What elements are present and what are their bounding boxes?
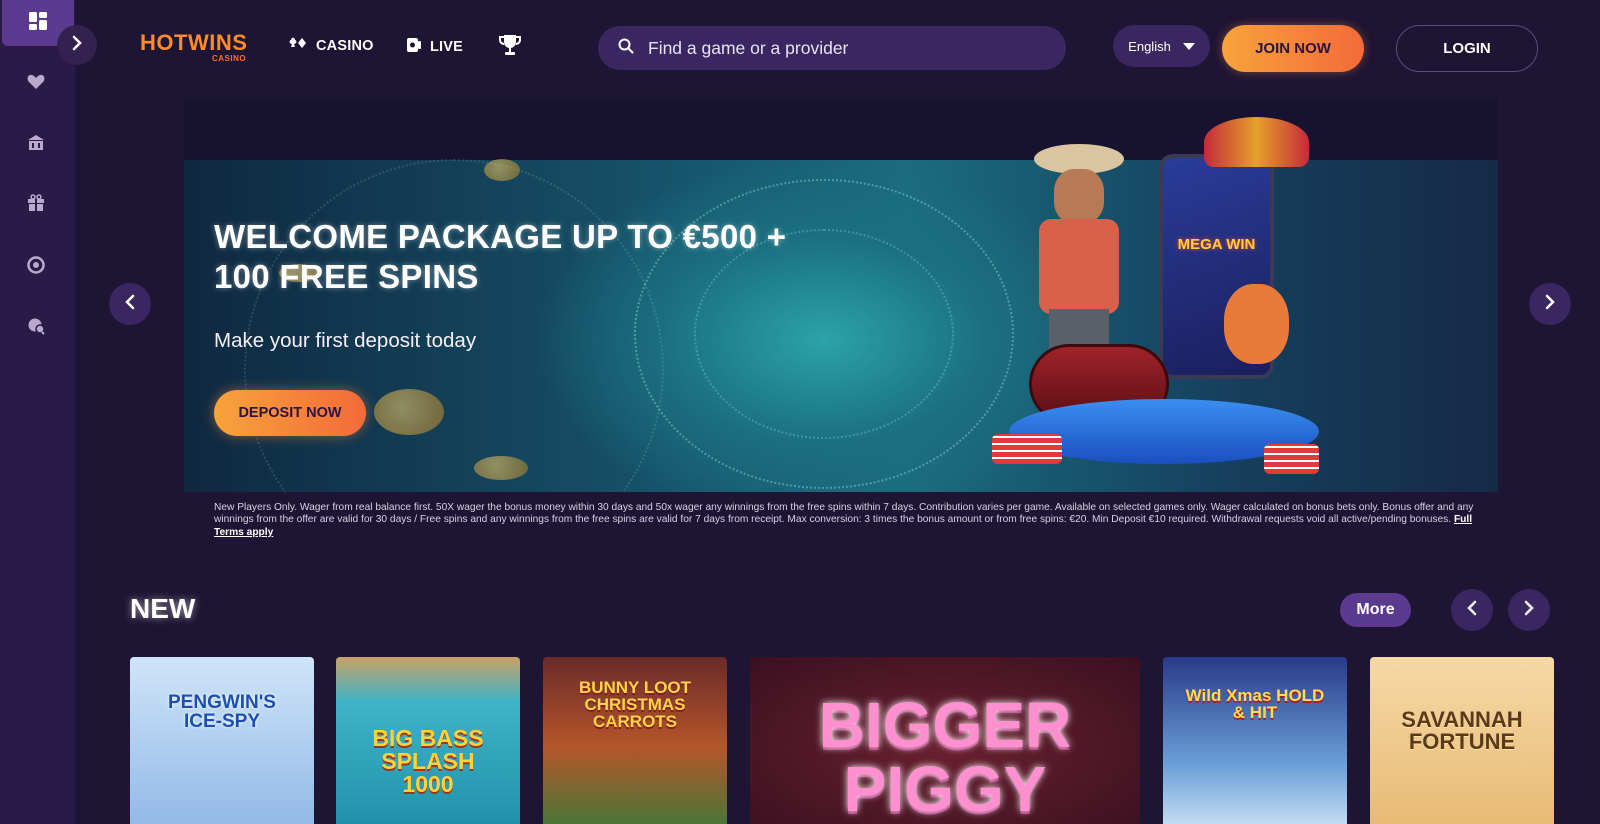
game-tile-title: Wild Xmas HOLD & HIT — [1185, 686, 1325, 722]
login-button[interactable]: LOGIN — [1396, 25, 1538, 72]
brand-logo[interactable]: HOTWINS CASINO — [140, 30, 248, 63]
game-tile[interactable]: BIGGER PIGGY — [750, 657, 1140, 824]
section-title-new: NEW — [130, 593, 196, 624]
banner-title-line1: WELCOME PACKAGE UP TO €500 + — [214, 218, 787, 255]
alien-graphic — [1224, 284, 1289, 364]
game-tile-title: BUNNY LOOT CHRISTMAS CARROTS — [578, 678, 692, 731]
deposit-now-button[interactable]: DEPOSIT NOW — [214, 390, 366, 436]
building-icon — [27, 134, 45, 157]
sidebar-toggle-button[interactable] — [57, 25, 97, 65]
banner-title-line2: 100 FREE SPINS — [214, 258, 479, 295]
game-tile[interactable]: BUNNY LOOT CHRISTMAS CARROTS — [543, 657, 727, 824]
game-tile-title: PENGWIN'S ICE-SPY — [168, 692, 276, 732]
chevron-right-icon — [71, 35, 83, 56]
gift-icon — [27, 193, 45, 217]
game-tile-title: BIGGER PIGGY — [818, 689, 1072, 824]
game-tile[interactable]: Wild Xmas HOLD & HIT — [1163, 657, 1347, 824]
game-tile[interactable]: BIG BASS SPLASH 1000 — [336, 657, 520, 824]
chevron-right-icon — [1544, 294, 1556, 315]
sidebar-item-promotions[interactable] — [0, 185, 72, 225]
search-icon — [618, 38, 634, 59]
games-next-button[interactable] — [1508, 589, 1550, 631]
game-tile[interactable]: PENGWIN'S ICE-SPY — [130, 657, 314, 824]
live-cards-icon — [406, 36, 422, 58]
sidebar-item-casino[interactable] — [0, 125, 72, 165]
search-bar[interactable] — [598, 26, 1066, 70]
cards-icon — [288, 36, 308, 56]
banner-terms-text: New Players Only. Wager from real balanc… — [214, 502, 1474, 526]
banner-prev-button[interactable] — [109, 283, 151, 325]
phone-screen-text: MEGA WIN — [1177, 236, 1256, 253]
nav-tournaments[interactable] — [498, 33, 522, 61]
chevron-left-icon — [1466, 600, 1478, 621]
chevron-left-icon — [124, 294, 136, 315]
target-icon — [27, 255, 45, 279]
nav-live-label: LIVE — [430, 39, 464, 55]
sidebar-item-missions[interactable] — [0, 247, 72, 287]
more-button[interactable]: More — [1340, 593, 1411, 627]
coin-decoration — [474, 456, 528, 480]
support-icon — [27, 317, 45, 340]
game-tile-title: BIG BASS SPLASH 1000 — [372, 725, 484, 797]
nav-casino[interactable]: CASINO — [288, 36, 374, 56]
sidebar — [0, 0, 75, 824]
search-input[interactable] — [648, 37, 1028, 59]
game-tile-title: SAVANNAH FORTUNE — [1401, 707, 1523, 754]
games-prev-button[interactable] — [1451, 589, 1493, 631]
jester-hat-graphic — [1204, 117, 1309, 167]
language-selected: English — [1128, 38, 1171, 54]
logo-wordmark: HOTWINS — [140, 30, 248, 55]
caret-down-icon — [1182, 39, 1195, 54]
logo-subtext: CASINO — [212, 54, 247, 63]
banner-terms: New Players Only. Wager from real balanc… — [214, 502, 1494, 539]
coin-decoration — [374, 389, 444, 435]
game-tile[interactable]: SAVANNAH FORTUNE — [1370, 657, 1554, 824]
banner-title: WELCOME PACKAGE UP TO €500 + 100 FREE SP… — [214, 217, 914, 297]
chips-graphic — [1264, 444, 1319, 474]
join-now-button[interactable]: JOIN NOW — [1222, 25, 1364, 72]
banner-subtitle: Make your first deposit today — [214, 329, 477, 352]
trophy-icon — [498, 33, 522, 61]
language-select[interactable]: English — [1113, 25, 1210, 67]
chevron-right-icon — [1523, 600, 1535, 621]
nav-casino-label: CASINO — [316, 38, 374, 54]
coin-decoration — [484, 159, 520, 181]
sidebar-item-favorites[interactable] — [0, 64, 72, 104]
sidebar-item-support[interactable] — [0, 308, 72, 348]
nav-live[interactable]: LIVE — [406, 36, 463, 58]
heart-icon — [27, 74, 45, 95]
dashboard-icon — [28, 11, 48, 36]
banner-next-button[interactable] — [1529, 283, 1571, 325]
chips-graphic — [992, 434, 1062, 464]
banner-artwork: MEGA WIN — [964, 99, 1484, 492]
promo-banner[interactable]: MEGA WIN WELCOME PACKAGE UP TO €500 + 10… — [184, 99, 1498, 492]
